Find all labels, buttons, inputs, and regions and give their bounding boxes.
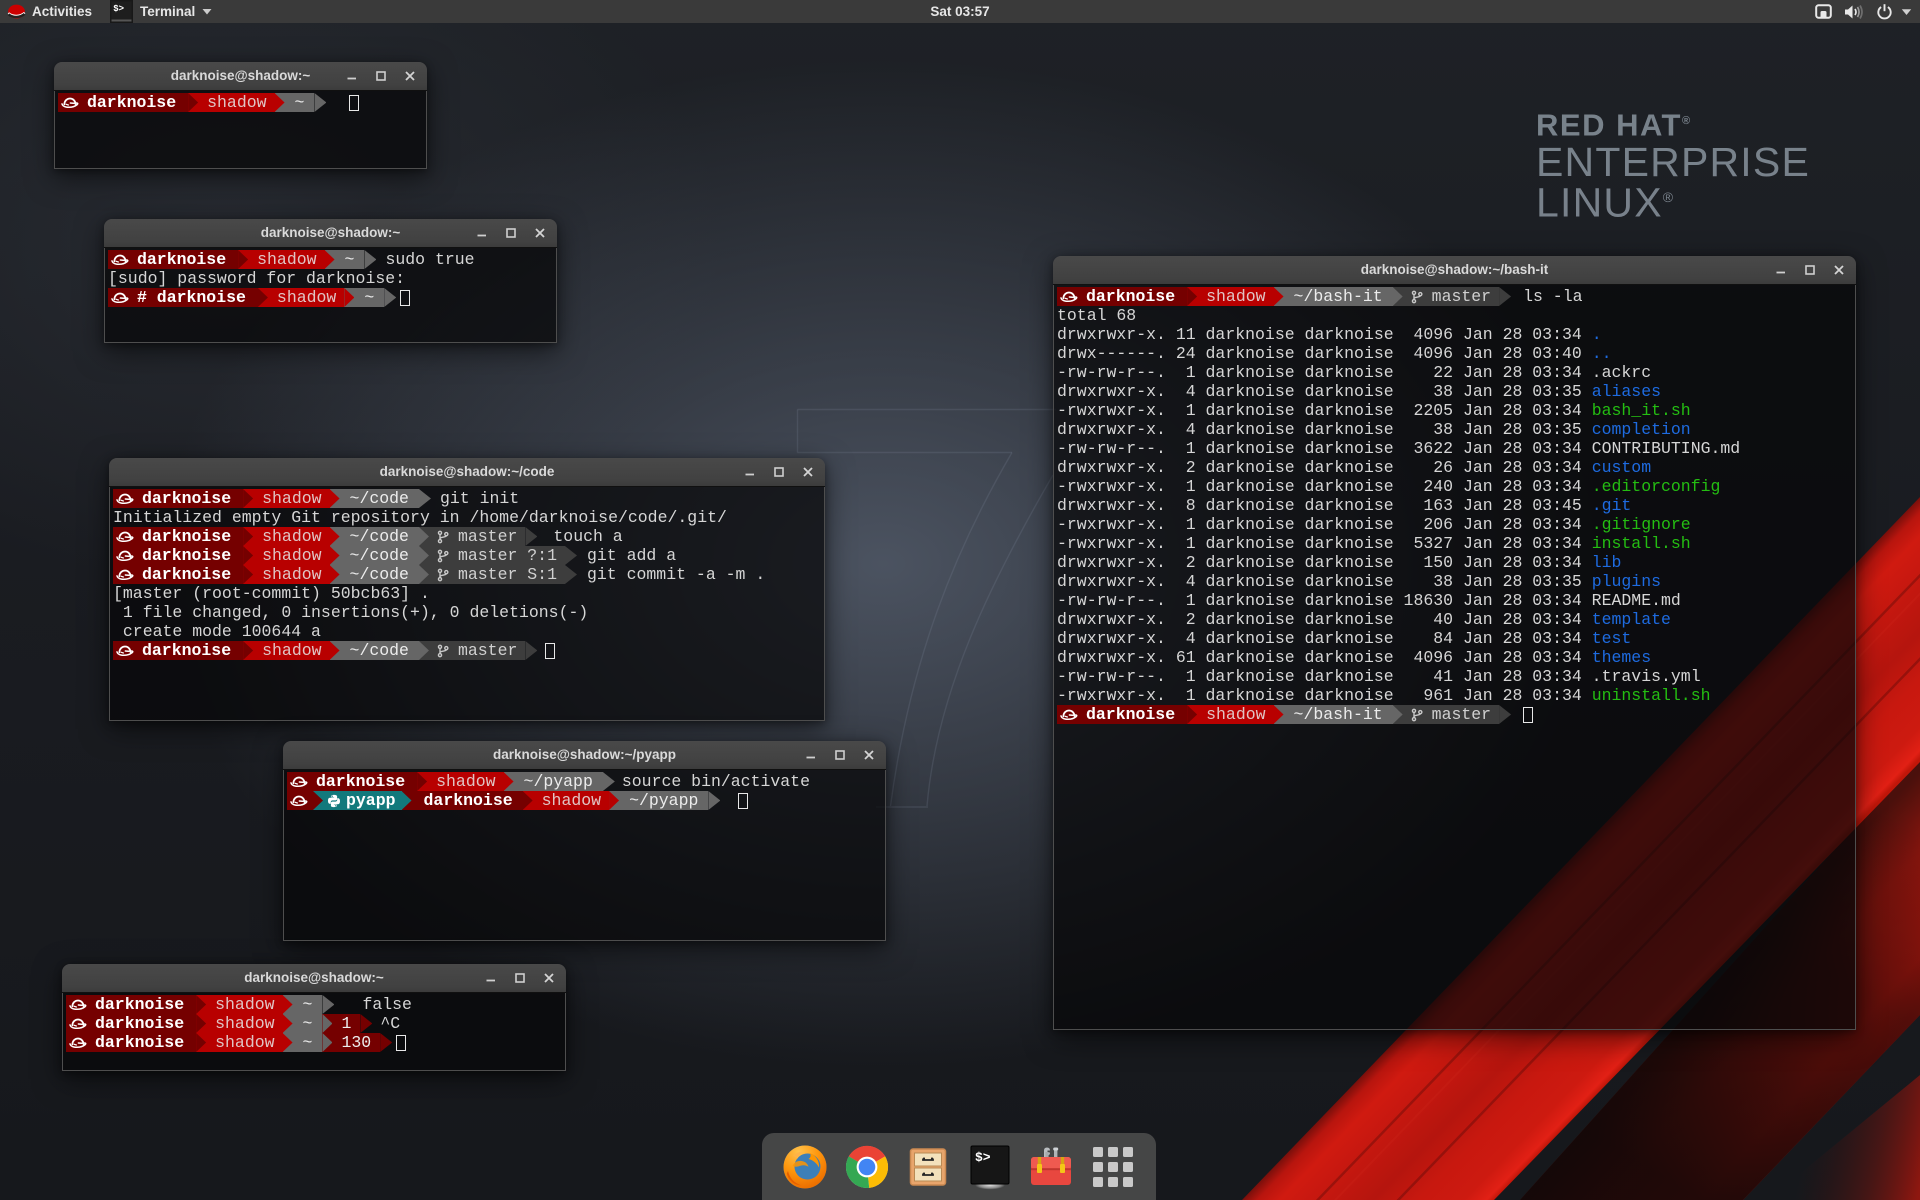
svg-text:$>: $> [975, 1150, 991, 1165]
